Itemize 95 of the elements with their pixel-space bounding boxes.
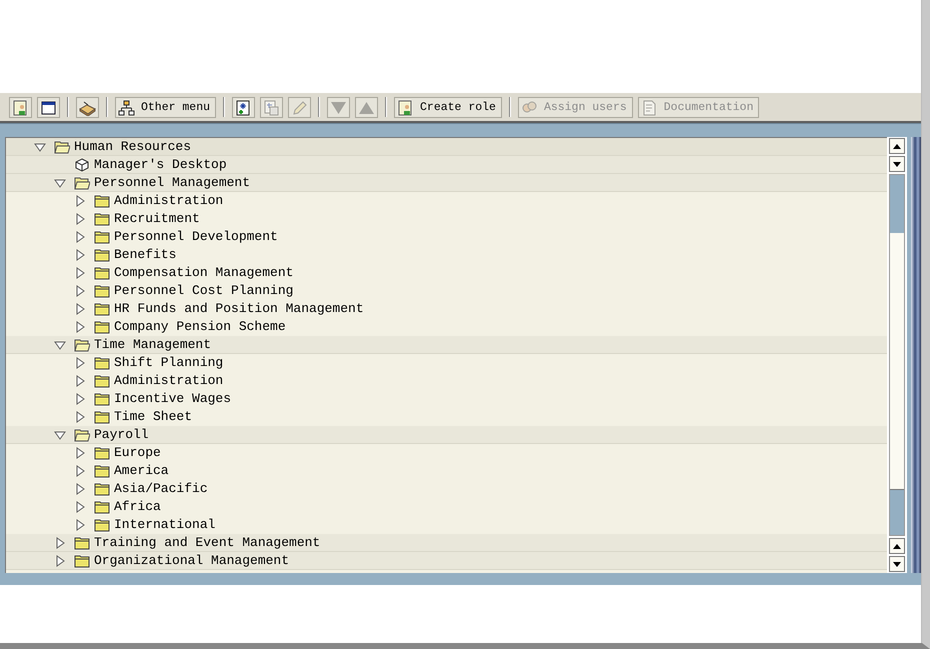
- up-arrow-icon: [893, 544, 902, 548]
- expand-toggle[interactable]: [34, 140, 46, 152]
- cube-icon: [74, 158, 90, 172]
- expand-toggle[interactable]: [74, 248, 86, 260]
- folder-icon: [94, 302, 110, 316]
- toolbar-button[interactable]: Other menu: [115, 97, 216, 118]
- expand-toggle[interactable]: [74, 284, 86, 296]
- tree-item[interactable]: Administration: [114, 370, 224, 390]
- document-icon: [640, 100, 658, 116]
- tree-item[interactable]: Incentive Wages: [114, 388, 232, 408]
- toolbar-button[interactable]: [37, 97, 60, 118]
- open-folder-icon: [74, 428, 90, 442]
- open-folder-icon: [74, 176, 90, 190]
- folder-icon: [74, 536, 90, 550]
- scroll-up-button[interactable]: [889, 138, 906, 154]
- person-document-icon: [12, 100, 29, 116]
- tree-item[interactable]: Compensation Management: [114, 262, 294, 282]
- folder-icon: [94, 518, 110, 532]
- folder-icon: [94, 212, 110, 226]
- tree-item[interactable]: Europe: [114, 442, 161, 462]
- down-arrow-icon: [330, 100, 348, 116]
- tree-item[interactable]: Administration: [114, 190, 224, 210]
- expand-toggle[interactable]: [74, 194, 86, 206]
- up-arrow-icon: [893, 144, 902, 148]
- expand-toggle[interactable]: [74, 500, 86, 512]
- scroll-down-button[interactable]: [889, 156, 906, 172]
- tree-item[interactable]: Personnel Management: [94, 172, 250, 192]
- scroll-up-button[interactable]: [889, 538, 906, 554]
- pencil-icon: [291, 100, 308, 116]
- tree-item[interactable]: Payroll: [94, 424, 149, 444]
- down-arrow-icon: [893, 562, 902, 566]
- tree-item[interactable]: Recruitment: [114, 208, 200, 228]
- box-icon: [79, 100, 96, 116]
- scrollbar-thumb[interactable]: [890, 489, 904, 535]
- scrollbar-thumb[interactable]: [890, 175, 904, 233]
- folder-icon: [94, 446, 110, 460]
- tree-item[interactable]: America: [114, 460, 169, 480]
- expand-toggle[interactable]: [54, 338, 66, 350]
- tree-item[interactable]: Company Pension Scheme: [114, 316, 286, 336]
- expand-toggle[interactable]: [54, 536, 66, 548]
- hierarchy-icon: [118, 100, 135, 116]
- person-document-icon: [397, 100, 414, 116]
- tree-item[interactable]: Manager's Desktop: [94, 154, 227, 174]
- expand-toggle[interactable]: [74, 518, 86, 530]
- tree-item[interactable]: Africa: [114, 496, 161, 516]
- tree-item[interactable]: Time Sheet: [114, 406, 192, 426]
- folder-icon: [94, 248, 110, 262]
- new-document-icon: [235, 100, 252, 116]
- folder-icon: [94, 482, 110, 496]
- folder-icon: [94, 266, 110, 280]
- window-icon: [40, 100, 57, 116]
- scroll-down-button[interactable]: [889, 556, 906, 572]
- tree-item[interactable]: Human Resources: [74, 138, 192, 156]
- tree-item[interactable]: Asia/Pacific: [114, 478, 208, 498]
- folder-icon: [94, 356, 110, 370]
- open-folder-icon: [74, 338, 90, 352]
- folder-icon: [94, 194, 110, 208]
- tree-item[interactable]: HR Funds and Position Management: [114, 298, 364, 318]
- users-icon: [520, 100, 538, 116]
- expand-toggle[interactable]: [54, 428, 66, 440]
- expand-toggle[interactable]: [54, 176, 66, 188]
- expand-toggle[interactable]: [74, 302, 86, 314]
- folder-icon: [94, 230, 110, 244]
- tree-item[interactable]: Shift Planning: [114, 352, 224, 372]
- up-arrow-icon: [358, 100, 376, 116]
- tree-item[interactable]: Benefits: [114, 244, 176, 264]
- copy-document-icon: [263, 100, 280, 116]
- folder-icon: [74, 554, 90, 568]
- expand-toggle[interactable]: [74, 482, 86, 494]
- toolbar-button[interactable]: [232, 97, 256, 118]
- expand-toggle[interactable]: [74, 356, 86, 368]
- folder-icon: [94, 500, 110, 514]
- expand-toggle[interactable]: [74, 464, 86, 476]
- folder-icon: [94, 320, 110, 334]
- folder-icon: [94, 410, 110, 424]
- expand-toggle[interactable]: [74, 410, 86, 422]
- toolbar-button[interactable]: Create role: [394, 97, 502, 118]
- tree-item[interactable]: Personnel Development: [114, 226, 278, 246]
- down-arrow-icon: [893, 162, 902, 166]
- open-folder-icon: [54, 140, 70, 154]
- folder-icon: [94, 374, 110, 388]
- tree-item[interactable]: International: [114, 514, 216, 534]
- expand-toggle[interactable]: [74, 392, 86, 404]
- expand-toggle[interactable]: [74, 266, 86, 278]
- expand-toggle[interactable]: [74, 212, 86, 224]
- expand-toggle[interactable]: [74, 374, 86, 386]
- folder-icon: [94, 464, 110, 478]
- tree-item[interactable]: Time Management: [94, 334, 212, 354]
- tree-item[interactable]: Personnel Cost Planning: [114, 280, 294, 300]
- folder-icon: [94, 392, 110, 406]
- folder-icon: [94, 284, 110, 298]
- expand-toggle[interactable]: [74, 446, 86, 458]
- expand-toggle[interactable]: [54, 554, 66, 566]
- expand-toggle[interactable]: [74, 230, 86, 242]
- expand-toggle[interactable]: [74, 320, 86, 332]
